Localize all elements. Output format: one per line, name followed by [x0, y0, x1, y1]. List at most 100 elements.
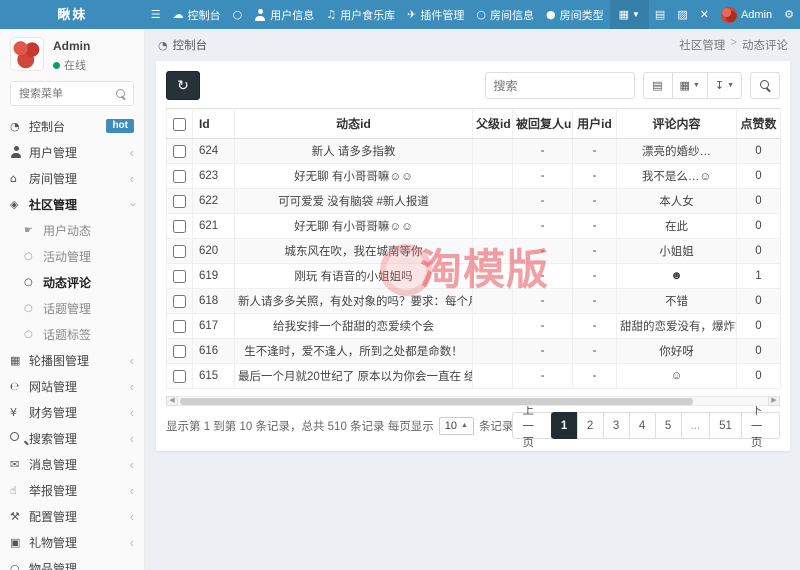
row-checkbox[interactable]: [173, 294, 186, 308]
column-header[interactable]: 父级id: [472, 108, 513, 139]
user-menu[interactable]: Admin: [715, 0, 778, 29]
cell-likes: 1: [736, 263, 781, 289]
row-checkbox[interactable]: [173, 369, 186, 383]
row-checkbox[interactable]: [173, 344, 186, 358]
scroll-left-arrow[interactable]: ◀: [166, 396, 178, 406]
content-header: ◔ 控制台 社区管理 > 动态评论: [146, 29, 800, 58]
sidebar-user-name: Admin: [53, 39, 91, 53]
sidebar-item-label: 搜索管理: [29, 431, 78, 446]
column-header[interactable]: 用户id: [572, 108, 617, 139]
cell-likes: 0: [736, 363, 781, 389]
prev-page-button[interactable]: 上一页: [512, 405, 552, 449]
cell-post: 刚玩 有语音的小姐姐吗: [234, 263, 473, 289]
sidebar-subitem-3-3[interactable]: ○ 话题管理: [0, 295, 144, 321]
checkbox-cell: [166, 288, 193, 314]
sidebar-item-6[interactable]: ¥ 财务管理 ‹: [0, 399, 144, 425]
fullscreen-button[interactable]: ✕: [694, 0, 715, 29]
circle-o-icon: ○: [24, 302, 33, 314]
panel-button[interactable]: ▤: [649, 0, 671, 29]
sidebar-item-0[interactable]: ◔ 控制台 hot: [0, 113, 144, 139]
pagination-row: 显示第 1 到第 10 条记录，总共 510 条记录 每页显示 10 ▲ 条记录…: [166, 405, 780, 449]
cell-comment: 我不是么…☺: [616, 163, 737, 189]
refresh-button[interactable]: ↻: [166, 71, 200, 100]
cell-reply_uid: -: [512, 313, 573, 339]
page-button-4[interactable]: 4: [628, 412, 656, 439]
sidebar-item-3[interactable]: ◈ 社区管理 ‹: [0, 191, 144, 217]
cell-id: 615: [192, 363, 235, 389]
copy-button[interactable]: ▨: [671, 0, 693, 29]
circle-icon: ●: [545, 8, 556, 21]
row-checkbox[interactable]: [173, 144, 186, 158]
checkbox-cell: [166, 213, 193, 239]
cell-parent: [472, 163, 513, 189]
sidebar-subitem-3-0[interactable]: ☛ 用户动态: [0, 217, 144, 243]
sidebar-item-9[interactable]: ☝ 举报管理 ‹: [0, 477, 144, 503]
page-title[interactable]: ◔ 控制台: [158, 37, 207, 53]
page-button-51[interactable]: 51: [709, 412, 742, 439]
nav-item-4[interactable]: ✈ 插件管理: [401, 0, 470, 29]
brand-logo[interactable]: 瞅妹: [0, 0, 145, 29]
sidebar-subitem-3-4[interactable]: ○ 话题标签: [0, 321, 144, 347]
sidebar-item-7[interactable]: 搜索管理 ‹: [0, 425, 144, 451]
page-button-1[interactable]: 1: [550, 412, 578, 439]
sidebar-item-8[interactable]: ✉ 消息管理 ‹: [0, 451, 144, 477]
sidebar-item-4[interactable]: ▦ 轮播图管理 ‹: [0, 347, 144, 373]
settings-button[interactable]: ⚙: [778, 0, 800, 29]
row-checkbox[interactable]: [173, 319, 186, 333]
sidebar-subitem-3-1[interactable]: ○ 活动管理: [0, 243, 144, 269]
page-button-3[interactable]: 3: [602, 412, 630, 439]
toolbar-right: ▤ ▦▼ ↧▼: [484, 72, 780, 99]
column-header[interactable]: Id: [192, 108, 235, 139]
cell-comment: 小姐姐: [616, 238, 737, 264]
row-checkbox[interactable]: [173, 269, 186, 283]
cell-post: 好无聊 有小哥哥嘛☺☺: [234, 163, 473, 189]
row-checkbox[interactable]: [173, 244, 186, 258]
nav-item-1[interactable]: ○: [227, 0, 249, 29]
toggle-view-button[interactable]: ▤: [642, 72, 673, 99]
row-checkbox[interactable]: [173, 219, 186, 233]
sidebar-item-1[interactable]: 用户管理 ‹: [0, 139, 144, 165]
row-checkbox[interactable]: [173, 194, 186, 208]
circle-o-icon: ○: [24, 250, 33, 262]
page-button-5[interactable]: 5: [654, 412, 682, 439]
sidebar-item-2[interactable]: ⌂ 房间管理 ‹: [0, 165, 144, 191]
nav-item-0[interactable]: ☁ 控制台: [167, 0, 227, 29]
sidebar-item-10[interactable]: ⚒ 配置管理 ‹: [0, 503, 144, 529]
sidebar-toggle-button[interactable]: ☰: [145, 0, 167, 29]
nav-item-2[interactable]: 用户信息: [248, 0, 320, 29]
select-all-cell: [166, 108, 193, 139]
columns-button[interactable]: ▦ ▼: [672, 72, 708, 99]
breadcrumb-parent[interactable]: 社区管理: [679, 37, 725, 53]
checkbox-cell: [166, 163, 193, 189]
scrollbar-track[interactable]: [178, 396, 768, 406]
column-header[interactable]: 动态id: [234, 108, 473, 139]
page-button-2[interactable]: 2: [576, 412, 604, 439]
grid-dropdown-button[interactable]: ▦ ▼: [609, 0, 649, 29]
sidebar-subitem-3-2[interactable]: ○ 动态评论: [0, 269, 144, 295]
column-header[interactable]: 评论内容: [616, 108, 737, 139]
cell-likes: 0: [736, 188, 781, 214]
user-icon: [254, 8, 266, 21]
table-row: 617给我安排一个甜甜的恋爱续个会--甜甜的恋爱没有，爆炸式的恋爱，你要吗？0: [166, 313, 781, 339]
row-checkbox[interactable]: [173, 169, 186, 183]
sidebar-item-12[interactable]: ○ 物品管理: [0, 555, 144, 570]
cell-id: 618: [192, 288, 235, 314]
sidebar-item-11[interactable]: ▣ 礼物管理 ‹: [0, 529, 144, 555]
column-header[interactable]: 点赞数: [736, 108, 781, 139]
export-button[interactable]: ↧ ▼: [707, 72, 742, 99]
nav-item-3[interactable]: ♫ 用户食乐库: [320, 0, 401, 29]
nav-item-label: 房间类型: [559, 9, 604, 22]
column-header[interactable]: 被回复人uid: [512, 108, 573, 139]
export-icon: ↧: [714, 79, 725, 92]
cell-comment: 不错: [616, 288, 737, 314]
cell-reply_uid: -: [512, 188, 573, 214]
sidebar-item-5[interactable]: ℮ 网站管理 ‹: [0, 373, 144, 399]
page-size-select[interactable]: 10 ▲: [438, 416, 474, 435]
scrollbar-thumb[interactable]: [180, 398, 694, 405]
nav-item-5[interactable]: ○ 房间信息: [470, 0, 540, 29]
select-all-checkbox[interactable]: [173, 117, 186, 131]
nav-item-6[interactable]: ● 房间类型: [540, 0, 610, 29]
next-page-button[interactable]: 下一页: [740, 405, 780, 449]
search-button[interactable]: [750, 72, 780, 99]
table-search-input[interactable]: [484, 72, 635, 99]
